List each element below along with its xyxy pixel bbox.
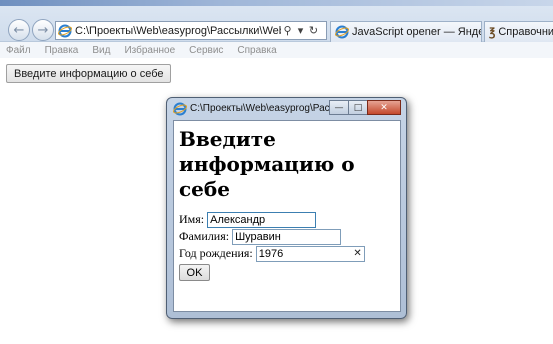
popup-window: C:\Проекты\Web\easyprog\Рас... — □ ✕ Вве… (166, 97, 407, 319)
surname-label: Фамилия: (179, 229, 230, 243)
back-button[interactable]: ← (8, 19, 30, 41)
ok-button[interactable]: OK (179, 264, 210, 281)
popup-title: C:\Проекты\Web\easyprog\Рас... (190, 103, 338, 114)
ie-tab-icon (335, 25, 349, 39)
name-value: Александр (210, 213, 266, 226)
menu-tools[interactable]: Сервис (189, 45, 223, 56)
surname-value: Шуравин (235, 230, 281, 243)
menu-file[interactable]: Файл (6, 45, 31, 56)
surname-input[interactable]: Шуравин (232, 228, 342, 245)
name-row: Имя: Александр (179, 211, 395, 228)
birth-year-label: Год рождения: (179, 246, 253, 260)
name-input[interactable]: Александр (207, 211, 317, 228)
book-icon: ℥ (489, 26, 496, 39)
address-bar[interactable]: C:\Проекты\Web\easyprog\Рассылки\Web-Про… (55, 21, 327, 40)
ie-page-icon (58, 24, 72, 37)
clear-icon[interactable]: ✕ (353, 248, 361, 259)
tab-label: JavaScript opener — Яндекс: н... (352, 26, 481, 38)
form-heading: Введите информацию о себе (179, 127, 355, 201)
window-title-strip (0, 0, 553, 6)
minimize-icon: — (334, 102, 344, 113)
search-icon[interactable]: ⚲ (281, 24, 294, 37)
open-form-button[interactable]: Введите информацию о себе (6, 64, 172, 83)
maximize-icon: □ (353, 102, 363, 113)
birth-year-input[interactable]: 1976 ✕ (255, 245, 365, 262)
menu-view[interactable]: Вид (92, 45, 110, 56)
menu-help[interactable]: Справка (237, 45, 276, 56)
popup-titlebar[interactable]: C:\Проекты\Web\easyprog\Рас... — □ ✕ (167, 98, 406, 119)
forward-button[interactable]: → (32, 19, 54, 41)
window-controls: — □ ✕ (329, 100, 401, 115)
tab-label: Справочник_ (498, 26, 553, 38)
popup-content: Введите информацию о себе Имя: Александр… (173, 120, 401, 312)
menu-favorites[interactable]: Избранное (124, 45, 175, 56)
maximize-button[interactable]: □ (348, 100, 368, 115)
dropdown-icon[interactable]: ▾ (294, 24, 307, 37)
arrow-left-icon: ← (13, 22, 25, 38)
surname-row: Фамилия: Шуравин (179, 228, 395, 245)
birth-year-value: 1976 (258, 247, 284, 260)
tab-reference[interactable]: ℥ Справочник_ (484, 21, 553, 42)
ie-window-icon (173, 102, 187, 115)
refresh-icon[interactable]: ↻ (307, 24, 320, 37)
address-text: C:\Проекты\Web\easyprog\Рассылки\Web-Про… (75, 24, 281, 37)
minimize-button[interactable]: — (329, 100, 349, 115)
tab-javascript-opener[interactable]: JavaScript opener — Яндекс: н... (330, 21, 482, 42)
birth-year-row: Год рождения: 1976 ✕ (179, 245, 395, 262)
browser-toolbar: ← → C:\Проекты\Web\easyprog\Рассылки\Web… (0, 0, 553, 42)
name-label: Имя: (179, 212, 205, 226)
close-button[interactable]: ✕ (367, 100, 401, 115)
menu-edit[interactable]: Правка (45, 45, 79, 56)
close-icon: ✕ (380, 102, 388, 113)
arrow-right-icon: → (37, 22, 49, 38)
menu-bar: Файл Правка Вид Избранное Сервис Справка (0, 42, 553, 58)
